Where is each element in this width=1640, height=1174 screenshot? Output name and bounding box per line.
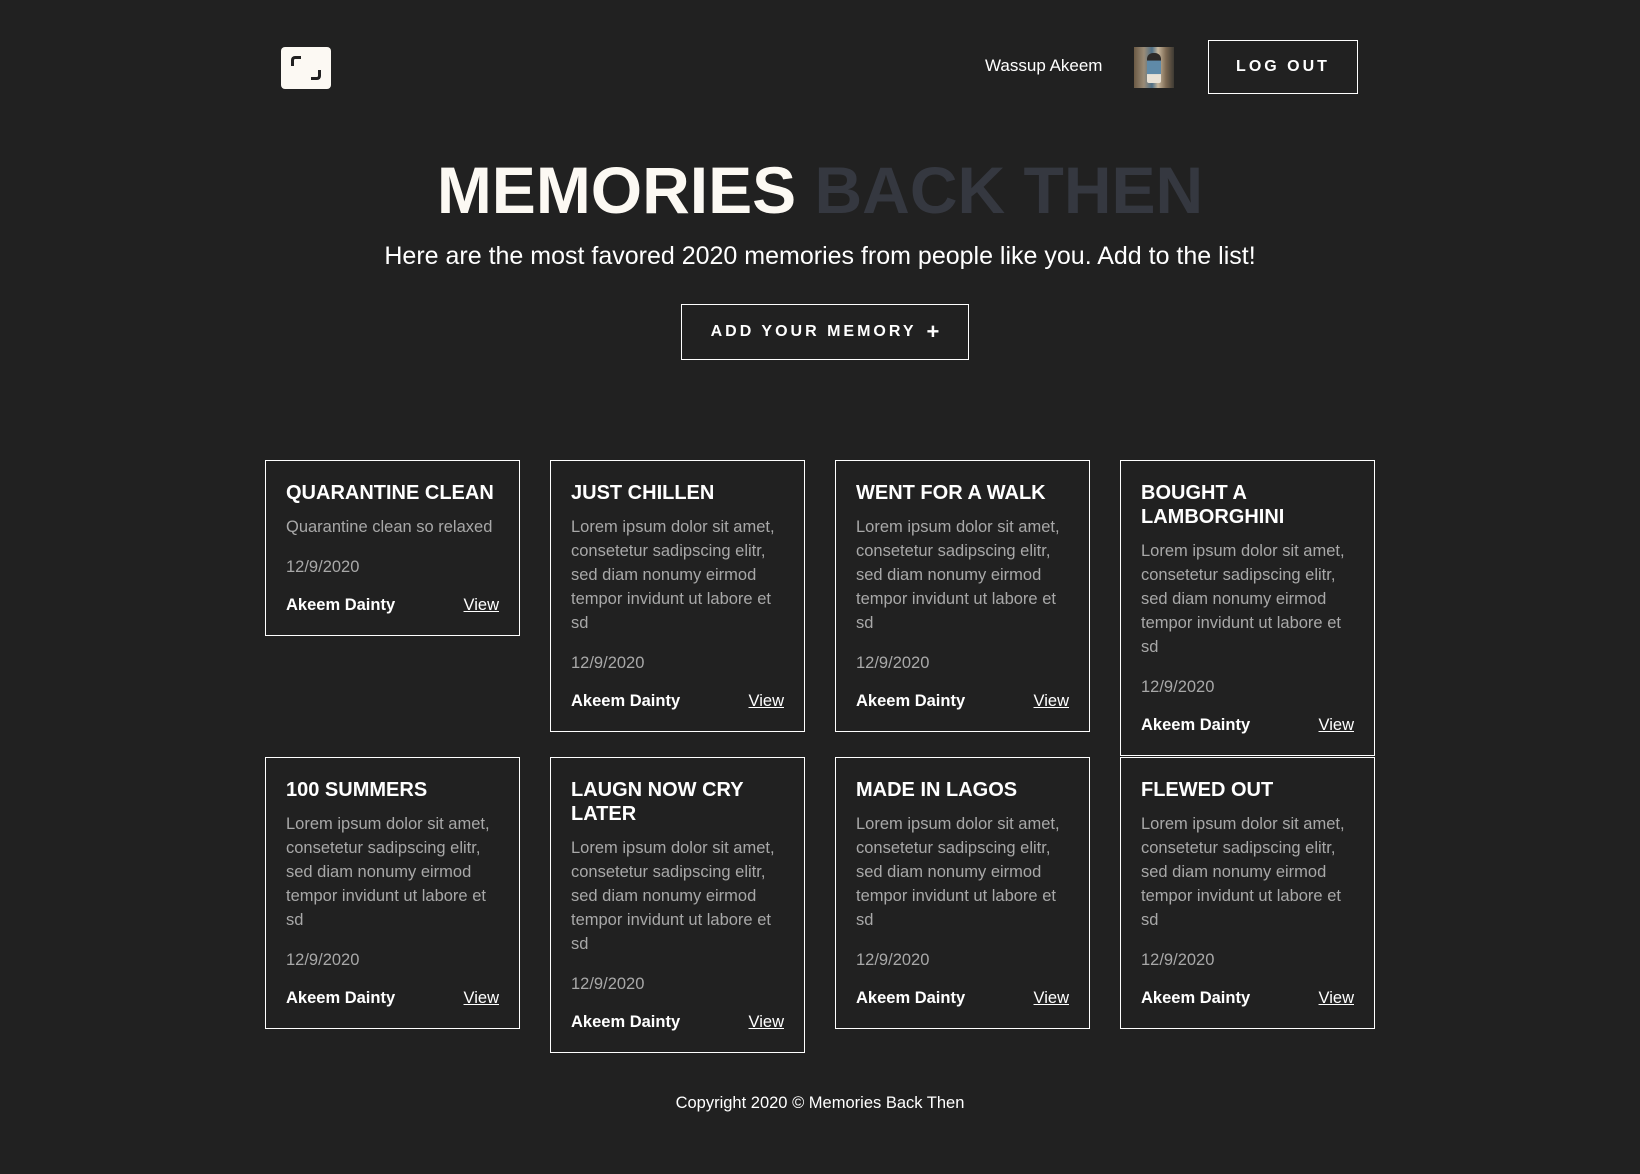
memory-card-description: Lorem ipsum dolor sit amet, consetetur s… bbox=[286, 815, 490, 929]
memory-card-description: Lorem ipsum dolor sit amet, consetetur s… bbox=[856, 518, 1060, 632]
memory-card-date: 12/9/2020 bbox=[1141, 678, 1215, 696]
memory-card-footer: Akeem Dainty View bbox=[571, 1010, 784, 1034]
memory-card-description: Quarantine clean so relaxed bbox=[286, 518, 493, 536]
memory-card-title: JUST CHILLEN bbox=[571, 482, 715, 504]
copyright-text: Copyright 2020 © Memories Back Then bbox=[675, 1094, 965, 1112]
memory-card-date: 12/9/2020 bbox=[571, 975, 645, 993]
page-subtitle: Here are the most favored 2020 memories … bbox=[384, 242, 1256, 270]
plus-icon: + bbox=[926, 319, 940, 344]
memory-card-footer: Akeem Dainty View bbox=[286, 986, 499, 1010]
memory-card-author: Akeem Dainty bbox=[571, 1012, 681, 1031]
memory-card-footer: Akeem Dainty View bbox=[1141, 713, 1354, 737]
memory-card: WENT FOR A WALK Lorem ipsum dolor sit am… bbox=[835, 460, 1090, 732]
page-title-primary: MEMORIES bbox=[436, 153, 797, 227]
memory-card-date: 12/9/2020 bbox=[286, 558, 360, 576]
memory-card-description: Lorem ipsum dolor sit amet, consetetur s… bbox=[1141, 542, 1345, 656]
memory-card-title: BOUGHT A LAMBORGHINI bbox=[1141, 482, 1285, 528]
memory-card-author: Akeem Dainty bbox=[286, 595, 396, 614]
memory-card-date: 12/9/2020 bbox=[856, 654, 930, 672]
memory-card-date: 12/9/2020 bbox=[1141, 951, 1215, 969]
memory-card-title: QUARANTINE CLEAN bbox=[286, 482, 494, 504]
memory-card-author: Akeem Dainty bbox=[1141, 715, 1251, 734]
page-title-secondary: BACK THEN bbox=[814, 153, 1204, 227]
add-memory-label: ADD YOUR MEMORY bbox=[710, 323, 917, 340]
memory-card-footer: Akeem Dainty View bbox=[286, 593, 499, 617]
logo-corner-top-left bbox=[291, 56, 301, 66]
memory-card: 100 SUMMERS Lorem ipsum dolor sit amet, … bbox=[265, 757, 520, 1029]
memory-card-author: Akeem Dainty bbox=[571, 691, 681, 710]
add-memory-button[interactable]: ADD YOUR MEMORY + bbox=[681, 304, 969, 360]
memory-card-footer: Akeem Dainty View bbox=[571, 689, 784, 713]
memory-card-date: 12/9/2020 bbox=[856, 951, 930, 969]
memory-card: LAUGN NOW CRY LATER Lorem ipsum dolor si… bbox=[550, 757, 805, 1053]
memory-card-view-link[interactable]: View bbox=[1319, 716, 1354, 735]
memory-card-view-link[interactable]: View bbox=[749, 1013, 784, 1032]
memory-card-description: Lorem ipsum dolor sit amet, consetetur s… bbox=[571, 839, 775, 953]
memory-card-title: WENT FOR A WALK bbox=[856, 482, 1046, 504]
memory-card: QUARANTINE CLEAN Quarantine clean so rel… bbox=[265, 460, 520, 636]
memory-card-author: Akeem Dainty bbox=[286, 988, 396, 1007]
logo-icon[interactable] bbox=[281, 47, 331, 89]
memory-card-date: 12/9/2020 bbox=[571, 654, 645, 672]
logout-button[interactable]: LOG OUT bbox=[1208, 40, 1358, 94]
memory-card-view-link[interactable]: View bbox=[1319, 989, 1354, 1008]
memory-card-view-link[interactable]: View bbox=[1034, 989, 1069, 1008]
logo-corner-bottom-right bbox=[311, 70, 321, 80]
page: Wassup Akeem LOG OUT MEMORIES BACK THEN … bbox=[0, 0, 1640, 1174]
memory-card-title: MADE IN LAGOS bbox=[856, 779, 1018, 801]
memory-card-footer: Akeem Dainty View bbox=[856, 986, 1069, 1010]
memory-card: JUST CHILLEN Lorem ipsum dolor sit amet,… bbox=[550, 460, 805, 732]
memory-card-description: Lorem ipsum dolor sit amet, consetetur s… bbox=[1141, 815, 1345, 929]
page-title: MEMORIES BACK THEN bbox=[0, 150, 1640, 230]
memory-card-author: Akeem Dainty bbox=[856, 691, 966, 710]
memory-card-title: LAUGN NOW CRY LATER bbox=[571, 779, 744, 825]
memory-card: MADE IN LAGOS Lorem ipsum dolor sit amet… bbox=[835, 757, 1090, 1029]
memory-card: BOUGHT A LAMBORGHINI Lorem ipsum dolor s… bbox=[1120, 460, 1375, 756]
memory-card-view-link[interactable]: View bbox=[749, 692, 784, 711]
memory-card-title: 100 SUMMERS bbox=[286, 779, 428, 801]
avatar[interactable] bbox=[1134, 47, 1174, 88]
user-greeting: Wassup Akeem bbox=[985, 56, 1103, 75]
memory-card-view-link[interactable]: View bbox=[1034, 692, 1069, 711]
memory-card-footer: Akeem Dainty View bbox=[1141, 986, 1354, 1010]
memory-card-description: Lorem ipsum dolor sit amet, consetetur s… bbox=[856, 815, 1060, 929]
memory-card-view-link[interactable]: View bbox=[464, 596, 499, 615]
memory-card-title: FLEWED OUT bbox=[1141, 779, 1274, 801]
memory-card-footer: Akeem Dainty View bbox=[856, 689, 1069, 713]
memory-card-view-link[interactable]: View bbox=[464, 989, 499, 1008]
memory-card: FLEWED OUT Lorem ipsum dolor sit amet, c… bbox=[1120, 757, 1375, 1029]
memory-card-date: 12/9/2020 bbox=[286, 951, 360, 969]
avatar-figure bbox=[1147, 53, 1161, 83]
memory-card-description: Lorem ipsum dolor sit amet, consetetur s… bbox=[571, 518, 775, 632]
memory-card-author: Akeem Dainty bbox=[1141, 988, 1251, 1007]
memory-card-author: Akeem Dainty bbox=[856, 988, 966, 1007]
